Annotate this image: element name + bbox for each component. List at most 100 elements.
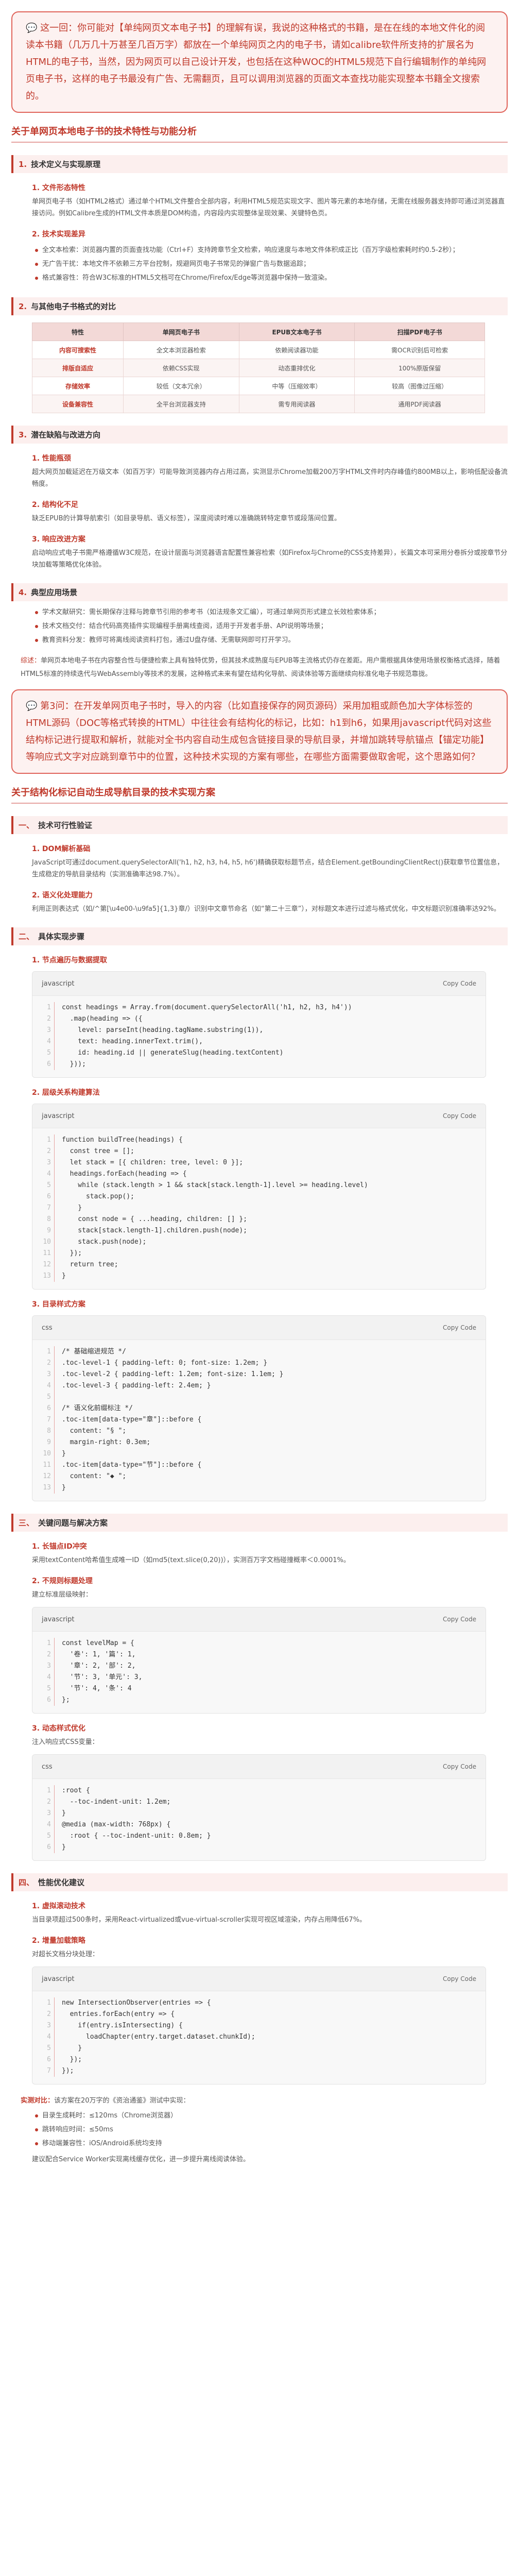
table-cell: 动态重排优化 bbox=[238, 359, 355, 377]
code-header: css Copy Code bbox=[32, 1755, 486, 1779]
code-block: javascript Copy Code 1 2 3 4 5 6 const headin… bbox=[32, 971, 486, 1078]
table-cell: 100%原版保留 bbox=[354, 359, 485, 377]
code-text: const levelMap = { '卷': 1, '篇': 1, '章': … bbox=[62, 1639, 143, 1704]
line-number: 12 bbox=[43, 1261, 51, 1268]
point-title: 1. DOM解析基础 bbox=[32, 845, 91, 853]
point-title: 2. 不规则标题处理 bbox=[32, 1577, 93, 1585]
closing-text: 建议配合Service Worker实现离线缓存优化，进一步提升离线阅读体验。 bbox=[32, 2156, 250, 2163]
copy-code-button[interactable]: Copy Code bbox=[443, 1975, 476, 1982]
table-header: 特性 bbox=[32, 323, 124, 341]
list-item: 学术文献研究：需长期保存注释与跨章节引用的参考书（如法规条文汇编），可通过单网页… bbox=[35, 605, 508, 619]
line-number: 6 bbox=[47, 1060, 51, 1068]
line-number: 3 bbox=[47, 1026, 51, 1034]
subsection-2-heading: 2. 与其他电子书格式的对比 bbox=[11, 297, 508, 315]
line-number: 3 bbox=[47, 2022, 51, 2029]
subsection-number: 4. bbox=[19, 587, 27, 597]
table-header: EPUB文本电子书 bbox=[238, 323, 355, 341]
code-language: javascript bbox=[42, 979, 75, 988]
code-body: 1 2 3 4 5 6 7 8 9 10 11 12 13 /* 基础缩进规范 */ .toc-leve… bbox=[32, 1340, 486, 1501]
point-title: 2. 层级关系构建算法 bbox=[32, 1089, 100, 1097]
line-number: 5 bbox=[47, 2044, 51, 2052]
line-number: 13 bbox=[43, 1484, 51, 1492]
bullet-list: 全文本检索：浏览器内置的页面查找功能（Ctrl+F）支持跨章节全文检索，响应速度… bbox=[35, 243, 508, 285]
subsection-number: 1. bbox=[19, 159, 27, 169]
subsection-heading: 一、 技术可行性验证 bbox=[11, 816, 508, 834]
line-number: 10 bbox=[43, 1238, 51, 1246]
test-results-lead: 实测对比：该方案在20万字的《资治通鉴》测试中实现： bbox=[21, 2095, 508, 2105]
subsection-3-heading: 3. 潜在缺陷与改进方向 bbox=[11, 426, 508, 444]
code-block: javascript Copy Code 1 2 3 4 5 6 const levelM… bbox=[32, 1607, 486, 1714]
line-number: 11 bbox=[43, 1461, 51, 1469]
code-language: javascript bbox=[42, 1615, 75, 1623]
point-title: 3. 响应改进方案 bbox=[32, 535, 85, 544]
line-number: 2 bbox=[47, 1798, 51, 1806]
code-body: 1 2 3 4 5 6 const headings = Array.from(docum… bbox=[32, 996, 486, 1077]
point-text: 当目录项超过500条时，采用React-virtualized或vue-virt… bbox=[32, 1916, 366, 1924]
line-number-gutter: 1 2 3 4 5 6 7 8 9 10 11 12 13 bbox=[38, 1346, 55, 1494]
line-number: 3 bbox=[47, 1809, 51, 1817]
subsection-title: 性能优化建议 bbox=[38, 1878, 85, 1887]
line-number-gutter: 1 2 3 4 5 6 bbox=[38, 1638, 55, 1706]
line-number-gutter: 1 2 3 4 5 6 7 8 9 10 11 12 13 bbox=[38, 1134, 55, 1282]
table-cell: 全文本浏览器检索 bbox=[123, 341, 239, 359]
list-item: 跳转响应时间：≤50ms bbox=[35, 2123, 508, 2137]
intro-question-box: 💬 这一回：你可能对【单纯网页文本电子书】的理解有误，我说的这种格式的书籍，是在… bbox=[11, 11, 508, 113]
table-cell: 需专用阅读器 bbox=[238, 395, 355, 413]
subsection-1-heading: 1. 技术定义与实现原理 bbox=[11, 155, 508, 173]
line-number: 4 bbox=[47, 1170, 51, 1178]
point-text: 注入响应式CSS变量： bbox=[32, 1738, 99, 1746]
line-number: 2 bbox=[47, 1651, 51, 1658]
line-number: 5 bbox=[47, 1832, 51, 1840]
copy-code-button[interactable]: Copy Code bbox=[443, 980, 476, 987]
table-cell: 存储效率 bbox=[32, 377, 124, 395]
table-row: 设备兼容性 全平台浏览器支持 需专用阅读器 通用PDF阅读器 bbox=[32, 395, 485, 413]
subsection-title: 具体实现步骤 bbox=[38, 932, 85, 941]
table-cell: 中等（压缩效率） bbox=[238, 377, 355, 395]
point-text: 利用正则表达式（如/^第[\u4e00-\u9fa5]{1,3}章/）识别中文章… bbox=[32, 905, 500, 913]
copy-code-button[interactable]: Copy Code bbox=[443, 1763, 476, 1770]
line-number: 8 bbox=[47, 1215, 51, 1223]
subsection-title: 技术可行性验证 bbox=[38, 821, 93, 830]
line-number-gutter: 1 2 3 4 5 6 bbox=[38, 1002, 55, 1070]
bullet-list: 目录生成耗时：≤120ms（Chrome浏览器） 跳转响应时间：≤50ms 移动… bbox=[35, 2109, 508, 2150]
table-cell: 内容可搜索性 bbox=[32, 341, 124, 359]
table-cell: 全平台浏览器支持 bbox=[123, 395, 239, 413]
code-block: css Copy Code 1 2 3 4 5 6 7 8 9 10 11 12 13 /* 基础缩进规… bbox=[32, 1315, 486, 1501]
copy-code-button[interactable]: Copy Code bbox=[443, 1112, 476, 1120]
subsection-number: 三、 bbox=[19, 1518, 34, 1528]
line-number: 4 bbox=[47, 1821, 51, 1828]
point-text: 缺乏EPUB的计算导航索引（如目录导航、语义标签），深度阅读时难以准确跳转特定章… bbox=[32, 515, 341, 522]
list-item: 无广告干扰：本地文件不依赖三方平台控制，规避网页电子书常见的弹窗广告与数据追踪； bbox=[35, 257, 508, 271]
bullet-list: 学术文献研究：需长期保存注释与跨章节引用的参考书（如法规条文汇编），可通过单网页… bbox=[35, 605, 508, 647]
line-number: 1 bbox=[47, 1999, 51, 2007]
point-title: 2. 结构化不足 bbox=[32, 501, 78, 509]
code-language: javascript bbox=[42, 1975, 75, 1983]
line-number: 3 bbox=[47, 1662, 51, 1670]
code-language: javascript bbox=[42, 1112, 75, 1120]
table-cell: 排版自适应 bbox=[32, 359, 124, 377]
table-cell: 较高（图像过压缩） bbox=[354, 377, 485, 395]
summary-lead: 综述： bbox=[21, 657, 41, 665]
subsection-number: 2. bbox=[19, 301, 27, 311]
copy-code-button[interactable]: Copy Code bbox=[443, 1616, 476, 1623]
point-text: 对超长文档分块处理： bbox=[32, 1951, 99, 1958]
code-header: javascript Copy Code bbox=[32, 972, 486, 996]
line-number-gutter: 1 2 3 4 5 6 bbox=[38, 1785, 55, 1853]
table-row: 排版自适应 依赖CSS实现 动态重排优化 100%原版保留 bbox=[32, 359, 485, 377]
subsection-heading: 三、 关键问题与解决方案 bbox=[11, 1514, 508, 1532]
table-cell: 依赖CSS实现 bbox=[123, 359, 239, 377]
subsection-title: 潜在缺陷与改进方向 bbox=[31, 430, 101, 439]
code-header: javascript Copy Code bbox=[32, 1607, 486, 1632]
code-block: css Copy Code 1 2 3 4 5 6 :root { --toc-inden… bbox=[32, 1754, 486, 1861]
table-cell: 需OCR识别后可检索 bbox=[354, 341, 485, 359]
line-number: 7 bbox=[47, 1416, 51, 1423]
subsection-title: 技术定义与实现原理 bbox=[31, 160, 101, 169]
format-comparison-table: 特性 单网页电子书 EPUB文本电子书 扫描PDF电子书 内容可搜索性 全文本浏… bbox=[32, 323, 485, 413]
copy-code-button[interactable]: Copy Code bbox=[443, 1324, 476, 1331]
code-header: javascript Copy Code bbox=[32, 1104, 486, 1128]
table-row: 内容可搜索性 全文本浏览器检索 依赖阅读器功能 需OCR识别后可检索 bbox=[32, 341, 485, 359]
subsection-number: 一、 bbox=[19, 821, 34, 830]
line-number: 9 bbox=[47, 1438, 51, 1446]
line-number: 4 bbox=[47, 2033, 51, 2041]
table-header: 扫描PDF电子书 bbox=[354, 323, 485, 341]
